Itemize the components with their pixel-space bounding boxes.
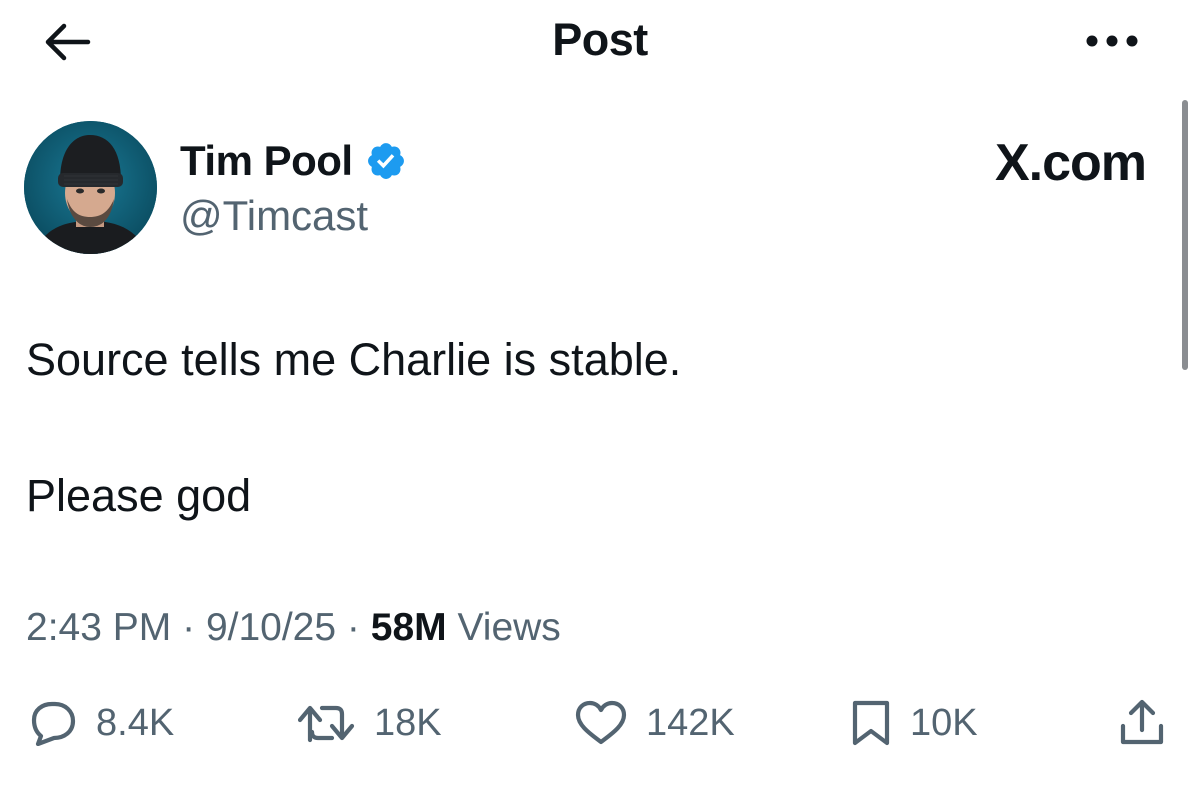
avatar-image: [24, 121, 157, 254]
author-handle[interactable]: @Timcast: [180, 192, 368, 240]
author-name[interactable]: Tim Pool: [180, 137, 353, 185]
heart-icon: [575, 700, 627, 745]
repost-icon: [298, 705, 355, 743]
meta-separator: ·: [346, 606, 360, 649]
reply-count: 8.4K: [96, 701, 175, 744]
bookmark-icon: [852, 700, 890, 746]
reply-icon: [31, 701, 76, 746]
meta-separator: ·: [182, 606, 196, 649]
avatar[interactable]: [24, 121, 157, 254]
more-horizontal-icon: [1086, 35, 1138, 47]
x-com-watermark: X.com: [994, 133, 1147, 193]
watermark-text: X.com: [994, 134, 1147, 192]
views-count[interactable]: 58M: [371, 606, 447, 649]
post-page: Post Tim Pool @Timcast X.com Source tell…: [0, 0, 1200, 798]
views-label: Views: [457, 606, 561, 649]
repost-button[interactable]: 18K: [298, 698, 442, 748]
repost-count: 18K: [374, 701, 442, 744]
reply-button[interactable]: 8.4K: [28, 698, 174, 748]
bookmark-count: 10K: [910, 701, 978, 744]
bookmark-button[interactable]: 10K: [850, 698, 978, 748]
post-meta: 2:43 PM · 9/10/25 · 58M Views: [26, 606, 561, 650]
more-options-button[interactable]: [1082, 26, 1142, 56]
like-count: 142K: [646, 701, 735, 744]
post-time[interactable]: 2:43 PM: [26, 606, 171, 649]
post-date[interactable]: 9/10/25: [206, 606, 336, 649]
author-name-row[interactable]: Tim Pool: [180, 137, 407, 185]
post-text-line: Source tells me Charlie is stable.: [26, 334, 682, 385]
page-title: Post: [552, 14, 648, 65]
share-icon: [1120, 699, 1164, 745]
verified-badge-icon: [367, 143, 404, 179]
scrollbar-thumb[interactable]: [1182, 100, 1188, 370]
post-text-line: Please god: [26, 470, 252, 521]
top-bar: Post: [0, 0, 1200, 82]
share-button[interactable]: [1118, 698, 1166, 748]
like-button[interactable]: 142K: [574, 698, 735, 748]
